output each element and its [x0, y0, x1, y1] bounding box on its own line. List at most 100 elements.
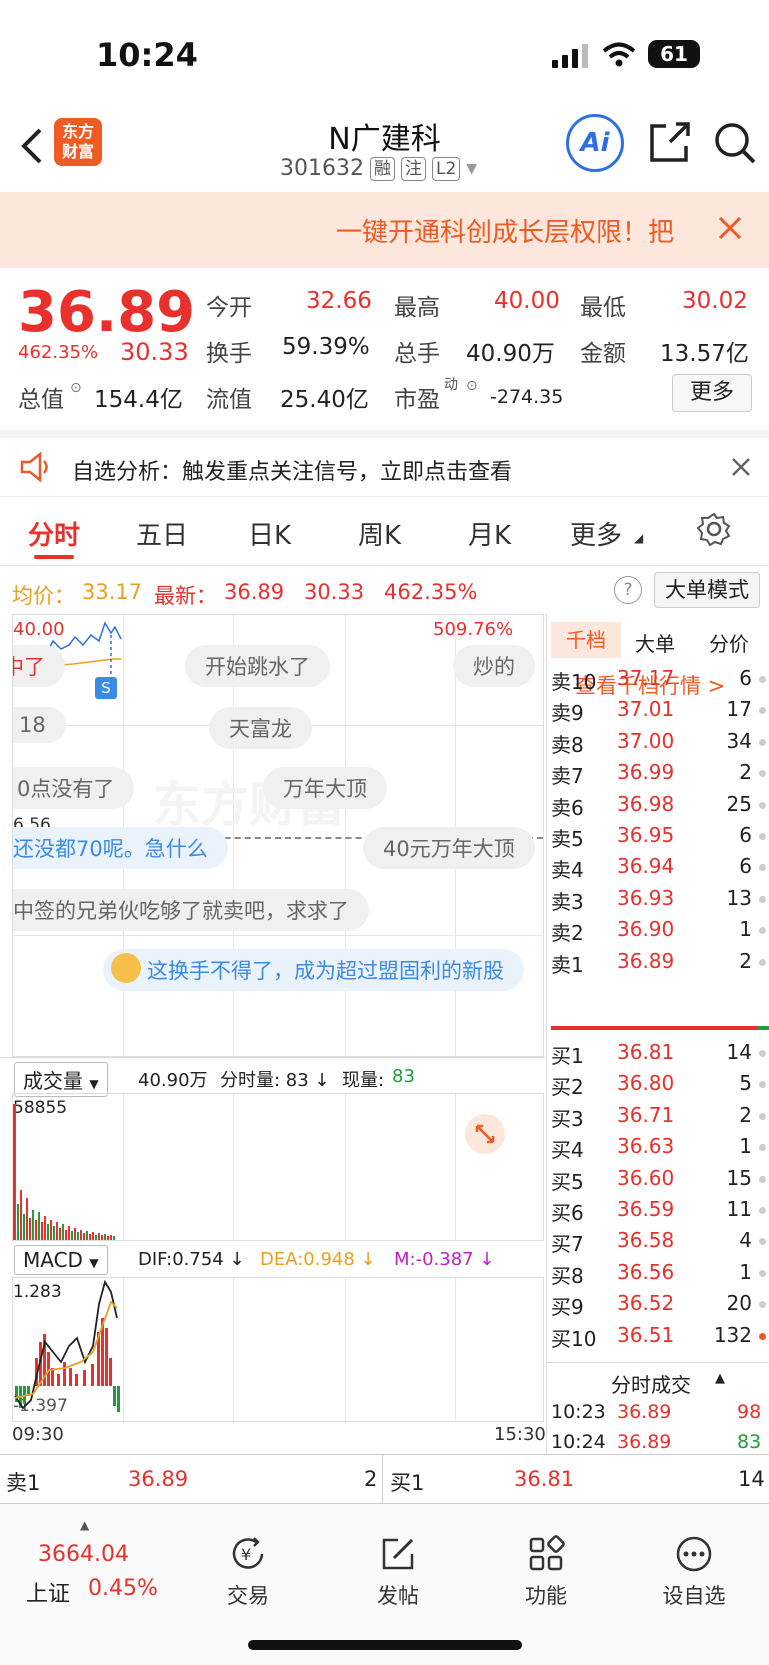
book-row[interactable]: 买9 36.52 20 [547, 1289, 769, 1320]
book-row[interactable]: 卖3 36.93 13 [547, 884, 769, 915]
close-icon[interactable] [718, 216, 742, 240]
comment-bubble[interactable]: 中了 [13, 645, 65, 687]
gear-icon[interactable] [696, 511, 732, 547]
volume-bars [13, 1104, 115, 1240]
book-row[interactable]: 买7 36.58 4 [547, 1226, 769, 1257]
nav-post-label: 发帖 [377, 1584, 419, 1608]
analysis-notice[interactable]: 自选分析：触发重点关注信号，立即点击查看 [0, 430, 769, 494]
status-bar: 10:24 61 [0, 0, 769, 100]
book-row-qty: 14 [726, 1040, 752, 1064]
tab-5day[interactable]: 五日 [136, 515, 188, 552]
intraday-chart[interactable]: 东方财富 40.00 509.76% 6.56 S 中了 开始跳水了 炒的 18… [12, 614, 544, 1057]
book-row[interactable]: 买2 36.80 5 [547, 1069, 769, 1100]
comment-bubble[interactable]: 40元万年大顶 [363, 827, 535, 869]
book-row[interactable]: 买6 36.59 11 [547, 1195, 769, 1226]
volume-header: 成交量 ▼ 40.90万 分时量: 83 ↓ 现量: 83 [0, 1057, 545, 1097]
tick-qty: 83 [737, 1431, 762, 1453]
stock-code-line[interactable]: 301632 融 注 L2 ▼ [280, 156, 477, 181]
book-tab-1000[interactable]: 千档 [551, 622, 621, 658]
info-icon[interactable]: ⊙ [70, 380, 82, 396]
tab-monthly[interactable]: 月K [468, 515, 511, 552]
macd-selector-label: MACD [23, 1248, 83, 1272]
book-tab-bigorder[interactable]: 大单 [635, 628, 675, 657]
tab-more[interactable]: 更多 [570, 515, 622, 552]
book-row-label: 买10 [551, 1326, 597, 1351]
book-row-dot [759, 1207, 766, 1214]
macd-chart[interactable]: 1.283 -1.397 [12, 1277, 544, 1422]
book-row-qty: 4 [739, 1228, 752, 1253]
volume-chart[interactable]: 58855 [12, 1093, 544, 1241]
comment-bubble[interactable]: 中签的兄弟伙吃够了就卖吧，求求了 [13, 889, 369, 931]
comment-bubble[interactable]: 还没都70呢。急什么 [13, 827, 228, 869]
amount-label: 金额 [580, 341, 626, 367]
book-row-qty: 17 [726, 697, 752, 722]
book-row[interactable]: 卖1 36.89 2 [547, 947, 769, 978]
comment-bubble[interactable]: 万年大顶 [263, 767, 387, 809]
comment-bubble[interactable]: 这换手不得了，成为超过盟固利的新股 [103, 949, 524, 991]
change-percent: 462.35% [18, 342, 99, 363]
sell-marker[interactable]: S [95, 677, 117, 699]
book-row-label: 买2 [551, 1075, 584, 1100]
book-row-label: 卖4 [551, 858, 584, 883]
nav-add-watchlist[interactable]: 设自选 [634, 1534, 754, 1610]
book-row[interactable]: 买10 36.51 132 [547, 1321, 769, 1352]
book-row-label: 买3 [551, 1106, 584, 1131]
book-row[interactable]: 卖5 36.95 6 [547, 821, 769, 852]
book-row[interactable]: 卖2 36.90 1 [547, 915, 769, 946]
close-notice-icon[interactable] [732, 458, 750, 476]
tick-panel[interactable]: 分时成交 ▲ 10:23 36.89 98 10:24 36.89 83 [547, 1362, 769, 1454]
book-row-qty: 6 [739, 823, 752, 847]
mktcap-label: 总值 [18, 387, 64, 413]
expand-icon[interactable] [465, 1114, 505, 1154]
comment-bubble[interactable]: 天富龙 [209, 707, 312, 749]
book-tab-price[interactable]: 分价 [709, 628, 749, 657]
tab-indicator [34, 555, 74, 559]
book-row[interactable]: 卖4 36.94 6 [547, 852, 769, 883]
pe-label: 市盈 [394, 387, 440, 413]
quote-panel: 36.89 462.35% 30.33 今开 32.66 最高 40.00 最低… [0, 268, 769, 428]
book-row[interactable]: 卖6 36.98 25 [547, 790, 769, 821]
book-row[interactable]: 卖8 37.00 34 [547, 727, 769, 758]
book-row-dot [759, 770, 766, 778]
book-row-price: 37.01 [617, 697, 675, 722]
volume-value: 40.90万 [466, 341, 555, 367]
book-row[interactable]: 买1 36.81 14 [547, 1038, 769, 1069]
book-row-price: 37.00 [617, 728, 675, 753]
share-icon[interactable] [648, 120, 692, 164]
comment-bubble[interactable]: 18 [13, 707, 66, 743]
bid-ask-summary[interactable]: 卖1 36.89 2 买1 36.81 14 [0, 1454, 769, 1505]
book-row-label: 买7 [551, 1232, 584, 1257]
volume-selector[interactable]: 成交量 ▼ [14, 1062, 108, 1097]
comment-bubble[interactable]: 开始跳水了 [185, 645, 330, 687]
book-row[interactable]: 卖7 36.99 2 [547, 758, 769, 789]
info-icon-2[interactable]: ⊙ [466, 378, 478, 394]
book-row-price: 36.51 [617, 1322, 675, 1347]
book-row-dot [759, 1301, 766, 1309]
comment-bubble[interactable]: 炒的 [453, 645, 535, 687]
book-row[interactable]: 买5 36.60 15 [547, 1164, 769, 1195]
book-row[interactable]: 买3 36.71 2 [547, 1101, 769, 1132]
book-row[interactable]: 买8 36.56 1 [547, 1258, 769, 1289]
ai-button[interactable]: Ai [566, 114, 624, 172]
tab-daily[interactable]: 日K [248, 515, 291, 552]
book-row-qty: 1 [739, 1259, 752, 1284]
tab-weekly[interactable]: 周K [358, 515, 401, 552]
tick-expand-icon[interactable]: ▲ [715, 1371, 725, 1386]
more-button[interactable]: 更多 [672, 374, 752, 412]
nav-post[interactable]: 发帖 [338, 1534, 458, 1610]
book-row[interactable]: 卖9 37.01 17 [547, 695, 769, 726]
book-row[interactable]: 卖10 37.17 6 [547, 664, 769, 695]
index-value: 3664.04 [38, 1542, 129, 1567]
bigorder-mode-button[interactable]: 大单模式 [654, 572, 760, 608]
nav-functions[interactable]: 功能 [486, 1534, 606, 1610]
book-row[interactable]: 买4 36.63 1 [547, 1132, 769, 1163]
tab-intraday[interactable]: 分时 [28, 515, 80, 552]
nav-trade[interactable]: ¥ 交易 [188, 1534, 308, 1610]
book-row-label: 卖6 [551, 795, 584, 820]
volume-label: 总手 [394, 341, 440, 367]
macd-selector[interactable]: MACD ▼ [14, 1245, 108, 1275]
comment-bubble[interactable]: 0点没有了 [13, 767, 135, 809]
search-icon[interactable] [712, 120, 758, 166]
promo-banner[interactable]: 一键开通科创成长层权限！把 [0, 192, 769, 268]
help-icon[interactable]: ? [614, 576, 642, 604]
